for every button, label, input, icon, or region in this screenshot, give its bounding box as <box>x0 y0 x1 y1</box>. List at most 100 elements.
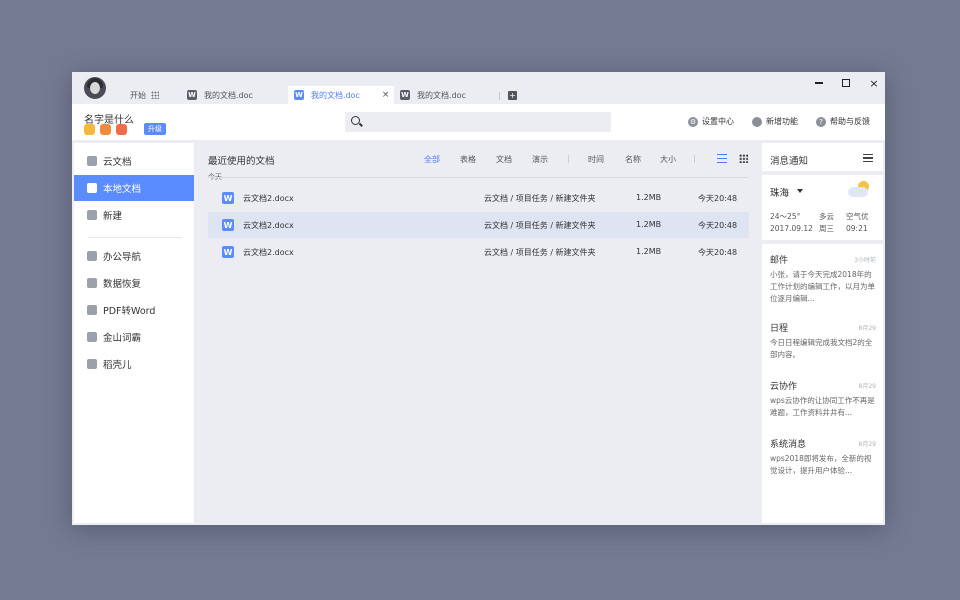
file-time: 今天20:48 <box>698 221 738 230</box>
weather-date: 2017.09.12 <box>770 224 813 233</box>
file-name: 云文档2.docx <box>243 221 294 230</box>
close-tab-icon[interactable]: × <box>382 90 390 100</box>
file-row[interactable]: W 云文档2.docx 云文档 / 项目任务 / 新建文件夹 1.2MB 今天2… <box>208 185 749 211</box>
file-row[interactable]: W 云文档2.docx 云文档 / 项目任务 / 新建文件夹 1.2MB 今天2… <box>208 239 749 265</box>
file-name: 云文档2.docx <box>243 194 294 203</box>
docer-icon <box>87 359 97 369</box>
help-label: 帮助与反馈 <box>830 117 870 126</box>
word-file-icon: W <box>222 192 234 204</box>
tab-divider <box>499 92 500 100</box>
add-tab-button[interactable]: + <box>508 91 517 100</box>
sidebar-divider <box>88 237 182 238</box>
search-icon <box>351 116 360 125</box>
level-badge-icon[interactable] <box>100 124 111 135</box>
app-window: 开始 W 我的文档.doc W 我的文档.doc × W 我的文档.doc + … <box>72 72 885 525</box>
document-icon <box>87 183 97 193</box>
search-input[interactable] <box>345 112 611 132</box>
notification-item-collab[interactable]: 云协作 8月29 wps云协作的让协同工作不再是难题，工作资料井井有... <box>770 379 876 419</box>
minimize-button[interactable] <box>812 76 826 90</box>
sort-divider <box>694 155 695 163</box>
sidebar-item-cloud-docs[interactable]: 云文档 <box>74 148 194 174</box>
chevron-down-icon[interactable] <box>797 189 803 193</box>
file-name: 云文档2.docx <box>243 248 294 257</box>
sidebar-item-pdf-to-word[interactable]: PDF转Word <box>74 297 194 323</box>
upgrade-button[interactable]: 升级 <box>144 123 166 135</box>
gear-icon: ⚙ <box>688 116 698 127</box>
sidebar-item-label: 本地文档 <box>103 184 142 195</box>
bulb-icon <box>752 116 762 127</box>
message-time: 8月29 <box>858 325 876 332</box>
vip-badge-icon[interactable] <box>84 124 95 135</box>
pdf-icon <box>87 305 97 315</box>
list-view-icon[interactable] <box>717 154 727 163</box>
compass-icon <box>87 251 97 261</box>
tab-document-3[interactable]: W 我的文档.doc <box>400 86 502 104</box>
sidebar-item-label: PDF转Word <box>103 306 156 317</box>
sidebar-item-docer[interactable]: 稻壳儿 <box>74 351 194 377</box>
file-row[interactable]: W 云文档2.docx 云文档 / 项目任务 / 新建文件夹 1.2MB 今天2… <box>208 212 749 238</box>
message-time: 3小时前 <box>854 257 876 264</box>
new-features-label: 新增功能 <box>766 117 798 126</box>
tab-label: 我的文档.doc <box>204 90 253 100</box>
filter-documents[interactable]: 文档 <box>496 154 512 165</box>
apps-grid-icon[interactable] <box>151 91 159 99</box>
cloud-icon <box>87 156 97 166</box>
filter-divider <box>568 155 569 163</box>
file-size: 1.2MB <box>636 220 662 229</box>
word-file-icon: W <box>222 219 234 231</box>
sidebar-item-label: 稻壳儿 <box>103 360 132 371</box>
minimize-icon <box>815 82 823 84</box>
file-path: 云文档 / 项目任务 / 新建文件夹 <box>484 248 596 257</box>
settings-button[interactable]: ⚙ 设置中心 <box>688 116 734 127</box>
sidebar-item-office-nav[interactable]: 办公导航 <box>74 243 194 269</box>
word-icon: W <box>187 90 197 100</box>
partly-cloudy-icon <box>846 180 872 200</box>
help-button[interactable]: ? 帮助与反馈 <box>816 116 870 127</box>
grid-view-icon[interactable] <box>739 154 748 163</box>
settings-label: 设置中心 <box>702 117 734 126</box>
filter-spreadsheets[interactable]: 表格 <box>460 154 476 165</box>
file-size: 1.2MB <box>636 247 662 256</box>
group-divider <box>208 177 748 178</box>
plus-icon <box>87 210 97 220</box>
sidebar: 云文档 本地文档 新建 办公导航 数据恢复 PDF转Word 金山词霸 稻壳儿 <box>74 143 194 523</box>
filter-presentations[interactable]: 演示 <box>532 154 548 165</box>
new-features-button[interactable]: 新增功能 <box>752 116 798 127</box>
avatar[interactable] <box>84 77 106 99</box>
close-window-button[interactable]: × <box>867 76 881 90</box>
sidebar-item-new[interactable]: 新建 <box>74 202 194 228</box>
sidebar-item-label: 金山词霸 <box>103 333 142 344</box>
menu-icon[interactable] <box>863 154 873 162</box>
sort-by-size[interactable]: 大小 <box>660 154 676 165</box>
tab-document-2[interactable]: W 我的文档.doc × <box>288 86 394 104</box>
tab-label: 我的文档.doc <box>417 90 466 100</box>
notification-item-mail[interactable]: 邮件 3小时前 小张，请于今天完成2018年的工作计划的编辑工作，以月为单位逐月… <box>770 253 876 305</box>
maximize-button[interactable] <box>839 76 853 90</box>
sidebar-item-data-recovery[interactable]: 数据恢复 <box>74 270 194 296</box>
weather-city[interactable]: 珠海 <box>770 185 789 199</box>
message-body: 今日日程编辑完成我文档2的全部内容。 <box>770 338 873 359</box>
sidebar-item-local-docs[interactable]: 本地文档 <box>74 175 194 201</box>
notification-item-system[interactable]: 系统消息 8月29 wps2018即将发布，全新的视觉设计，提升用户体验... <box>770 437 876 477</box>
sidebar-item-label: 云文档 <box>103 157 132 168</box>
medal-badge-icon[interactable] <box>116 124 127 135</box>
weather-time: 09:21 <box>846 224 868 233</box>
sidebar-item-dictionary[interactable]: 金山词霸 <box>74 324 194 350</box>
sort-by-time[interactable]: 时间 <box>588 154 604 165</box>
tab-label: 我的文档.doc <box>311 90 360 100</box>
weather-condition-day: 多云 周三 <box>819 211 834 235</box>
message-body: wps2018即将发布，全新的视觉设计，提升用户体验... <box>770 454 872 475</box>
toolbar: 名字是什么 升级 ⚙ 设置中心 新增功能 ? 帮助与反馈 <box>72 104 885 140</box>
file-path: 云文档 / 项目任务 / 新建文件夹 <box>484 194 596 203</box>
notification-item-schedule[interactable]: 日程 8月29 今日日程编辑完成我文档2的全部内容。 <box>770 321 876 361</box>
filter-all[interactable]: 全部 <box>424 154 440 165</box>
dictionary-icon <box>87 332 97 342</box>
panel-divider <box>762 171 883 175</box>
file-time: 今天20:48 <box>698 248 738 257</box>
panel-divider <box>762 240 883 244</box>
tab-document-1[interactable]: W 我的文档.doc <box>184 86 286 104</box>
help-icon: ? <box>816 116 826 127</box>
sort-by-name[interactable]: 名称 <box>625 154 641 165</box>
start-tab[interactable]: 开始 <box>130 90 146 101</box>
cloud-shape <box>848 187 868 197</box>
